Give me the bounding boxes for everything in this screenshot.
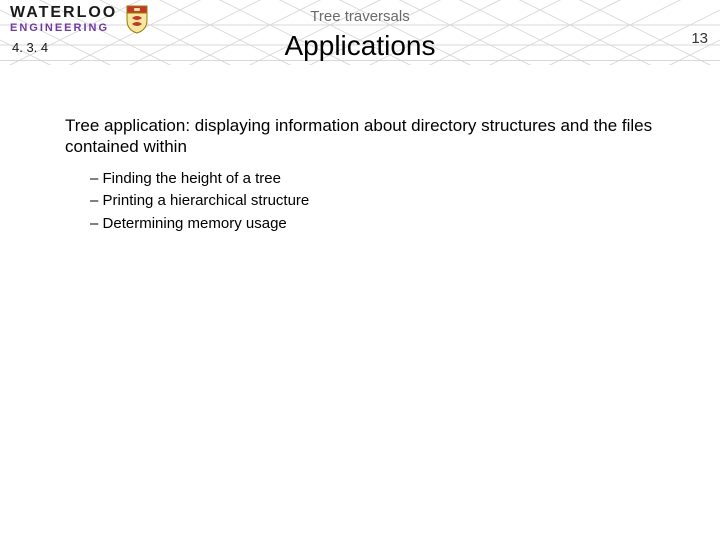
list-item: Determining memory usage [90, 213, 670, 236]
body-content: Tree application: displaying information… [65, 115, 670, 235]
breadcrumb: Tree traversals [0, 8, 720, 25]
bullet-list: Finding the height of a tree Printing a … [90, 168, 670, 236]
list-item: Finding the height of a tree [90, 168, 670, 191]
list-item: Printing a hierarchical structure [90, 190, 670, 213]
slide-title: Applications [0, 30, 720, 62]
lead-paragraph: Tree application: displaying information… [65, 115, 670, 158]
